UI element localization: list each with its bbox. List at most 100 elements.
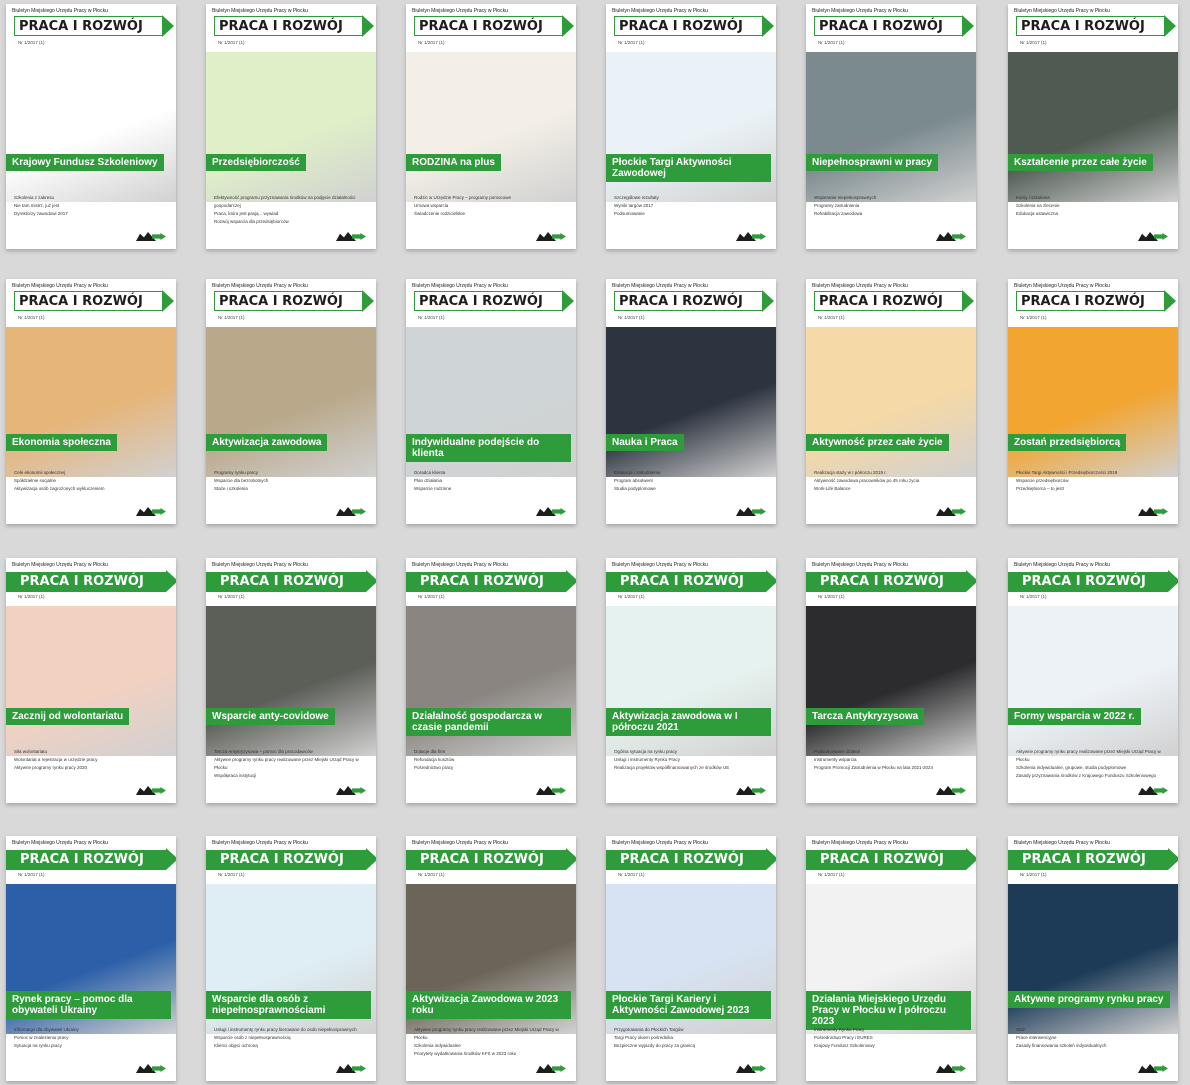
cover-photo [1008, 606, 1178, 756]
headline: Wsparcie osób z niepełnosprawnością [214, 1035, 291, 1040]
headline: Plan działania [414, 478, 443, 483]
publisher-line: Biuletyn Miejskiego Urzędu Pracy w Płock… [12, 840, 108, 846]
magazine-logo: PRACA I ROZWÓJ [1016, 15, 1176, 37]
magazine-cover[interactable]: Biuletyn Miejskiego Urzędu Pracy w Płock… [1008, 4, 1178, 249]
mup-logo-icon [718, 781, 776, 803]
magazine-cover[interactable]: Biuletyn Miejskiego Urzędu Pracy w Płock… [806, 836, 976, 1081]
headline: Aktywne programy rynku pracy realizowane… [214, 757, 359, 770]
magazine-cover[interactable]: Biuletyn Miejskiego Urzędu Pracy w Płock… [806, 558, 976, 803]
magazine-cover[interactable]: Biuletyn Miejskiego Urzędu Pracy w Płock… [6, 558, 176, 803]
magazine-cover[interactable]: Biuletyn Miejskiego Urzędu Pracy w Płock… [606, 836, 776, 1081]
magazine-logo: PRACA I ROZWÓJ [806, 570, 976, 592]
issue-number: Nr 1/2017 (1) [1020, 872, 1047, 877]
publisher-line: Biuletyn Miejskiego Urzędu Pracy w Płock… [212, 562, 308, 568]
headline: Usługi i instrumenty rynku pracy kierowa… [214, 1027, 357, 1032]
magazine-cover[interactable]: Biuletyn Miejskiego Urzędu Pracy w Płock… [6, 279, 176, 524]
magazine-cover[interactable]: Biuletyn Miejskiego Urzędu Pracy w Płock… [406, 836, 576, 1081]
headline: Realizacja projektów współfinansowanych … [614, 765, 730, 770]
cover-photo [206, 606, 376, 756]
issue-number: Nr 1/2017 (1) [818, 40, 845, 45]
mup-logo-icon [1120, 502, 1178, 524]
cover-headlines: Usługi i instrumenty rynku pracy kierowa… [214, 1026, 368, 1050]
cover-photo [806, 327, 976, 477]
cover-headlines: Doradca klienta Plan działania Wsparcie ro… [414, 469, 568, 493]
cover-headlines: Kursy i szkolenia Szkolenia na zlecenie Ed… [1016, 194, 1170, 218]
magazine-cover[interactable]: Biuletyn Miejskiego Urzędu Pracy w Płock… [806, 4, 976, 249]
issue-number: Nr 1/2017 (1) [618, 594, 645, 599]
cover-headlines: Informacje dla obywateli Ukrainy Pomoc w … [14, 1026, 168, 1050]
cover-headlines: Staż Prace interwencyjne Zasady finansowan… [1016, 1026, 1170, 1050]
headline: Współpraca instytucji [214, 773, 257, 778]
magazine-logo: PRACA I ROZWÓJ [206, 570, 376, 592]
magazine-logo: PRACA I ROZWÓJ [14, 15, 174, 37]
magazine-cover[interactable]: Biuletyn Miejskiego Urzędu Pracy w Płock… [606, 558, 776, 803]
headline: Wyniki targów 2017 [614, 203, 654, 208]
magazine-cover[interactable]: Biuletyn Miejskiego Urzędu Pracy w Płock… [206, 558, 376, 803]
publisher-line: Biuletyn Miejskiego Urzędu Pracy w Płock… [1014, 562, 1110, 568]
issue-number: Nr 1/2017 (1) [218, 315, 245, 320]
cover-headlines: Programy rynku pracy Wsparcie dla bezrobo… [214, 469, 368, 493]
headline: Edukacja ustawiczna [1016, 211, 1059, 216]
mup-logo-icon [1120, 227, 1178, 249]
cover-title-banner: Formy wsparcia w 2022 r. [1008, 708, 1141, 725]
headline: Informacje dla obywateli Ukrainy [14, 1027, 79, 1032]
publisher-line: Biuletyn Miejskiego Urzędu Pracy w Płock… [12, 283, 108, 289]
cover-headlines: Dotacje dla firm Refundacja kosztów Pośred… [414, 748, 568, 772]
cover-title-banner: Działalność gospodarcza w czasie pandemi… [406, 708, 571, 736]
cover-title-banner: Ekonomia społeczna [6, 434, 117, 451]
cover-title-banner: Rynek pracy – pomoc dla obywateli Ukrain… [6, 991, 171, 1019]
mup-logo-icon [918, 227, 976, 249]
magazine-cover[interactable]: Biuletyn Miejskiego Urzędu Pracy w Płock… [206, 279, 376, 524]
magazine-cover[interactable]: Biuletyn Miejskiego Urzędu Pracy w Płock… [206, 4, 376, 249]
magazine-cover[interactable]: Biuletyn Miejskiego Urzędu Pracy w Płock… [606, 279, 776, 524]
headline: Wsparcie rodzinne [414, 486, 452, 491]
cover-grid: Biuletyn Miejskiego Urzędu Pracy w Płock… [0, 0, 1190, 1085]
headline: Szkolenia indywidualne, grupowe, studia … [1016, 765, 1127, 770]
mup-logo-icon [118, 1059, 176, 1081]
magazine-cover[interactable]: Biuletyn Miejskiego Urzędu Pracy w Płock… [406, 4, 576, 249]
magazine-logo: PRACA I ROZWÓJ [414, 15, 574, 37]
headline: Pośrednictwo Pracy i EURES [814, 1035, 873, 1040]
publisher-line: Biuletyn Miejskiego Urzędu Pracy w Płock… [812, 283, 908, 289]
issue-number: Nr 1/2017 (1) [418, 872, 445, 877]
issue-number: Nr 1/2017 (1) [818, 594, 845, 599]
publisher-line: Biuletyn Miejskiego Urzędu Pracy w Płock… [412, 8, 508, 14]
magazine-cover[interactable]: Biuletyn Miejskiego Urzędu Pracy w Płock… [1008, 836, 1178, 1081]
magazine-logo: PRACA I ROZWÓJ [214, 15, 374, 37]
headline: Tarcza Antykryzysowa – pomoc dla pracoda… [214, 749, 313, 754]
magazine-cover[interactable]: Biuletyn Miejskiego Urzędu Pracy w Płock… [6, 4, 176, 249]
magazine-logo: PRACA I ROZWÓJ [614, 15, 774, 37]
headline: Zasady przyznawania środków z Krajowego … [1016, 773, 1157, 778]
magazine-logo: PRACA I ROZWÓJ [1008, 848, 1178, 870]
cover-headlines: Cele ekonomii społecznej Spółdzielnie soc… [14, 469, 168, 493]
magazine-cover[interactable]: Biuletyn Miejskiego Urzędu Pracy w Płock… [6, 836, 176, 1081]
cover-photo [606, 327, 776, 477]
mup-logo-icon [1120, 781, 1178, 803]
headline: Refundacja kosztów [414, 757, 455, 762]
publisher-line: Biuletyn Miejskiego Urzędu Pracy w Płock… [12, 562, 108, 568]
mup-logo-icon [918, 781, 976, 803]
headline: Realizacja staży w I półroczu 2019 r. [814, 470, 887, 475]
issue-number: Nr 1/2017 (1) [818, 872, 845, 877]
magazine-cover[interactable]: Biuletyn Miejskiego Urzędu Pracy w Płock… [406, 558, 576, 803]
magazine-logo: PRACA I ROZWÓJ [1008, 570, 1178, 592]
headline: Krajowy Fundusz Szkoleniowy [814, 1043, 875, 1048]
magazine-cover[interactable]: Biuletyn Miejskiego Urzędu Pracy w Płock… [406, 279, 576, 524]
cover-headlines: Siła wolontariatu Wolontariat a rejestrac… [14, 748, 168, 772]
cover-photo [806, 52, 976, 202]
cover-title-banner: Aktywizacja Zawodowa w 2023 roku [406, 991, 571, 1019]
headline: Edukacja i zatrudnienie [614, 470, 661, 475]
magazine-cover[interactable]: Biuletyn Miejskiego Urzędu Pracy w Płock… [806, 279, 976, 524]
magazine-logo: PRACA I ROZWÓJ [214, 290, 374, 312]
headline: Doradca klienta [414, 470, 446, 475]
cover-headlines: Efektywność programu przyznawania środkó… [214, 194, 368, 226]
mup-logo-icon [518, 502, 576, 524]
magazine-logo: PRACA I ROZWÓJ [606, 570, 776, 592]
magazine-cover[interactable]: Biuletyn Miejskiego Urzędu Pracy w Płock… [1008, 558, 1178, 803]
magazine-cover[interactable]: Biuletyn Miejskiego Urzędu Pracy w Płock… [606, 4, 776, 249]
cover-photo [206, 327, 376, 477]
magazine-cover[interactable]: Biuletyn Miejskiego Urzędu Pracy w Płock… [206, 836, 376, 1081]
issue-number: Nr 1/2017 (1) [1020, 315, 1047, 320]
magazine-cover[interactable]: Biuletyn Miejskiego Urzędu Pracy w Płock… [1008, 279, 1178, 524]
publisher-line: Biuletyn Miejskiego Urzędu Pracy w Płock… [812, 562, 908, 568]
